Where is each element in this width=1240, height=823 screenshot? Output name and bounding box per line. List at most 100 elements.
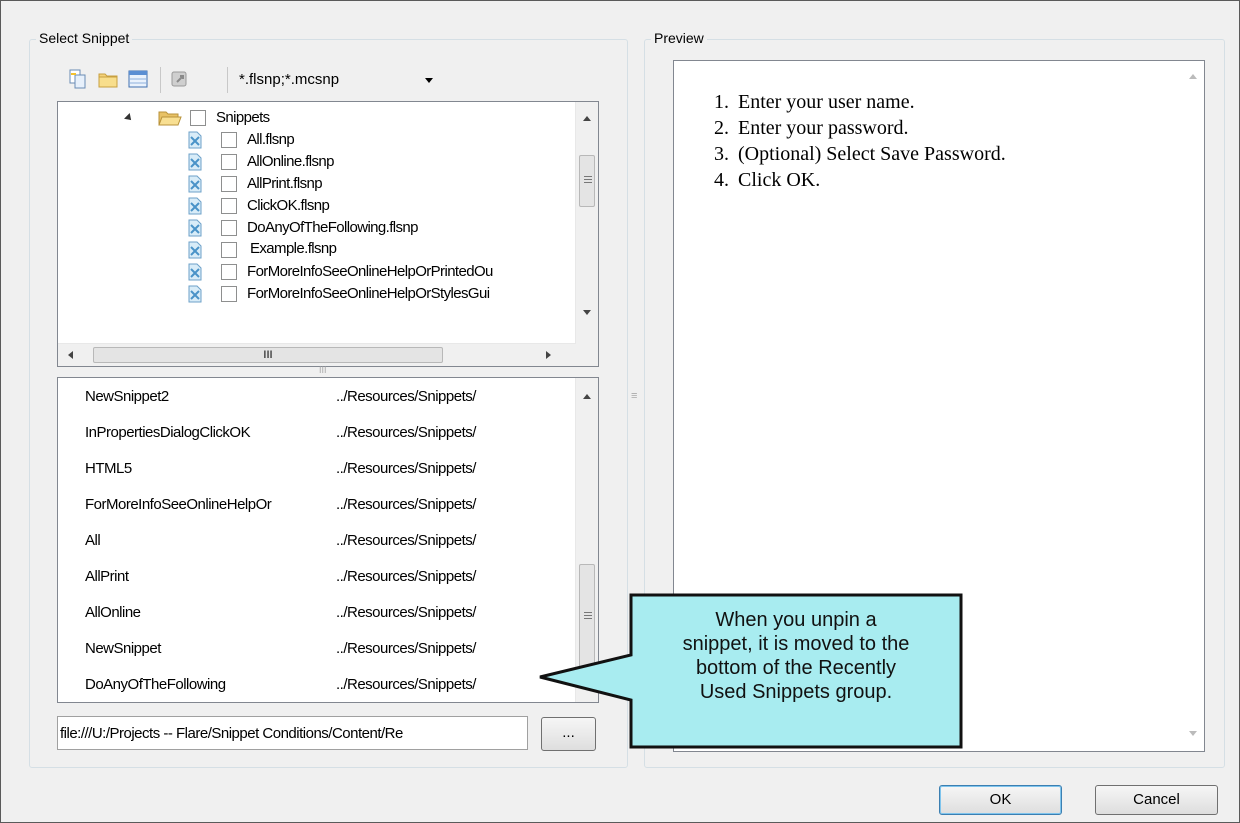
checkbox[interactable] [221, 264, 237, 280]
list-item[interactable]: All ../Resources/Snippets/ [58, 523, 568, 559]
grip-line [584, 182, 592, 183]
snippet-file-icon [188, 175, 202, 193]
snippet-path: ../Resources/Snippets/ [336, 496, 476, 513]
checkbox[interactable] [221, 220, 237, 236]
scroll-down-icon[interactable] [1189, 731, 1197, 736]
collapse-arrow-icon[interactable] [124, 113, 134, 123]
file-filter-dropdown[interactable]: *.flsnp;*.mcsnp [233, 67, 443, 93]
snippet-name: HTML5 [85, 460, 132, 477]
list-item[interactable]: ForMoreInfoSeeOnlineHelpOr ../Resources/S… [58, 487, 568, 523]
ok-button[interactable]: OK [939, 785, 1062, 815]
list-vertical-scrollbar[interactable] [575, 378, 598, 702]
preview-step: 2. Enter your password. [714, 115, 1006, 141]
preview-step: 3. (Optional) Select Save Password. [714, 141, 1006, 167]
preview-title: Preview [651, 30, 707, 46]
tree-item[interactable]: DoAnyOfTheFollowing.flsnp [188, 217, 568, 239]
snippet-path: ../Resources/Snippets/ [336, 388, 476, 405]
snippet-path: ../Resources/Snippets/ [336, 676, 476, 693]
tree-item-label: DoAnyOfTheFollowing.flsnp [247, 219, 419, 236]
tree-item-label: All.flsnp [247, 131, 295, 148]
tree-item-label: AllOnline.flsnp [247, 153, 334, 170]
cancel-button[interactable]: Cancel [1095, 785, 1218, 815]
snippet-path: ../Resources/Snippets/ [336, 604, 476, 621]
browse-button[interactable]: ... [541, 717, 596, 751]
grip-line [584, 612, 592, 613]
checkbox[interactable] [190, 110, 206, 126]
snippet-file-icon [188, 263, 202, 281]
folder-icon[interactable] [97, 68, 119, 90]
step-number: 1. [714, 91, 729, 113]
tree-item[interactable]: AllPrint.flsnp [188, 173, 568, 195]
tree-item[interactable]: All.flsnp [188, 129, 568, 151]
chevron-down-icon [425, 78, 433, 83]
tree-vertical-scrollbar[interactable] [575, 102, 598, 344]
snippet-path: ../Resources/Snippets/ [336, 424, 476, 441]
tree-folder-snippets[interactable]: Snippets [120, 107, 560, 129]
list-item[interactable]: AllPrint ../Resources/Snippets/ [58, 559, 568, 595]
scrollbar-grip: III [263, 349, 273, 361]
scrollbar-thumb[interactable] [579, 155, 595, 207]
scroll-up-icon[interactable] [1189, 74, 1197, 79]
vertical-splitter-grip[interactable]: ≡ [631, 390, 637, 402]
grip-line [584, 618, 592, 619]
grip-line [584, 179, 592, 180]
tree-folder-label: Snippets [216, 109, 270, 126]
list-item[interactable]: HTML5 ../Resources/Snippets/ [58, 451, 568, 487]
tree-item[interactable]: Example.flsnp [182, 238, 568, 263]
callout-line: Used Snippets group. [699, 681, 893, 703]
checkbox[interactable] [221, 198, 237, 214]
checkbox[interactable] [221, 176, 237, 192]
list-item[interactable]: DoAnyOfTheFollowing ../Resources/Snippets… [58, 667, 568, 702]
snippet-path: ../Resources/Snippets/ [336, 460, 476, 477]
scroll-left-icon[interactable] [68, 351, 73, 359]
snippet-path-field[interactable]: file:///U:/Projects -- Flare/Snippet Con… [57, 716, 528, 750]
list-item[interactable]: InPropertiesDialogClickOK ../Resources/Sn… [58, 415, 568, 451]
snippet-file-icon [188, 285, 202, 303]
preview-step: 4. Click OK. [714, 167, 1006, 193]
snippet-file-icon [188, 131, 202, 149]
list-item[interactable]: NewSnippet2 ../Resources/Snippets/ [58, 379, 568, 415]
snippet-name: NewSnippet2 [85, 388, 169, 405]
panel-splitter[interactable]: III [319, 365, 327, 375]
tree-item[interactable]: AllOnline.flsnp [188, 151, 568, 173]
snippet-name: DoAnyOfTheFollowing [85, 676, 226, 693]
list-item[interactable]: NewSnippet ../Resources/Snippets/ [58, 631, 568, 667]
list-item[interactable]: AllOnline ../Resources/Snippets/ [58, 595, 568, 631]
open-folder-icon [158, 111, 182, 126]
snippet-toolbar: *.flsnp;*.mcsnp [57, 59, 597, 101]
scroll-down-icon[interactable] [583, 310, 591, 315]
scroll-right-icon[interactable] [546, 351, 551, 359]
snippet-tree[interactable]: Snippets All.flsnp AllOnline.flsnp AllPrin… [57, 101, 599, 367]
scroll-up-icon[interactable] [583, 116, 591, 121]
snippet-file-icon [188, 241, 202, 259]
select-snippet-title: Select Snippet [36, 30, 133, 46]
recent-snippets-list[interactable]: NewSnippet2 ../Resources/Snippets/InPrope… [57, 377, 599, 703]
step-text: (Optional) Select Save Password. [738, 143, 1006, 165]
step-text: Enter your password. [738, 117, 909, 139]
toolbar-separator-2 [227, 67, 228, 93]
checkbox[interactable] [221, 242, 237, 258]
checkbox[interactable] [221, 154, 237, 170]
table-icon[interactable] [127, 68, 149, 90]
snippet-name: All [85, 532, 101, 549]
snippet-path: ../Resources/Snippets/ [336, 568, 476, 585]
tree-item[interactable]: ClickOK.flsnp [188, 195, 568, 217]
tree-item[interactable]: ForMoreInfoSeeOnlineHelpOrStylesGui [188, 283, 568, 305]
snippet-path: ../Resources/Snippets/ [336, 532, 476, 549]
grip-line [584, 615, 592, 616]
scroll-up-icon[interactable] [583, 394, 591, 399]
snippet-name: AllPrint [85, 568, 129, 585]
tree-item-label: ClickOK.flsnp [247, 197, 330, 214]
toolbar-separator [160, 67, 161, 93]
scrollbar-thumb-horizontal[interactable]: III [93, 347, 443, 363]
tree-horizontal-scrollbar[interactable]: III [58, 343, 576, 366]
copy-icon[interactable] [67, 68, 89, 90]
checkbox[interactable] [221, 286, 237, 302]
pin-icon[interactable] [169, 68, 191, 90]
preview-steps: 1. Enter your user name. 2. Enter your pass… [714, 89, 1006, 193]
scrollbar-thumb[interactable] [579, 564, 595, 669]
checkbox[interactable] [221, 132, 237, 148]
tree-item[interactable]: ForMoreInfoSeeOnlineHelpOrPrintedOu [188, 261, 568, 283]
preview-vertical-scrollbar[interactable] [1182, 61, 1204, 751]
step-text: Enter your user name. [738, 91, 915, 113]
